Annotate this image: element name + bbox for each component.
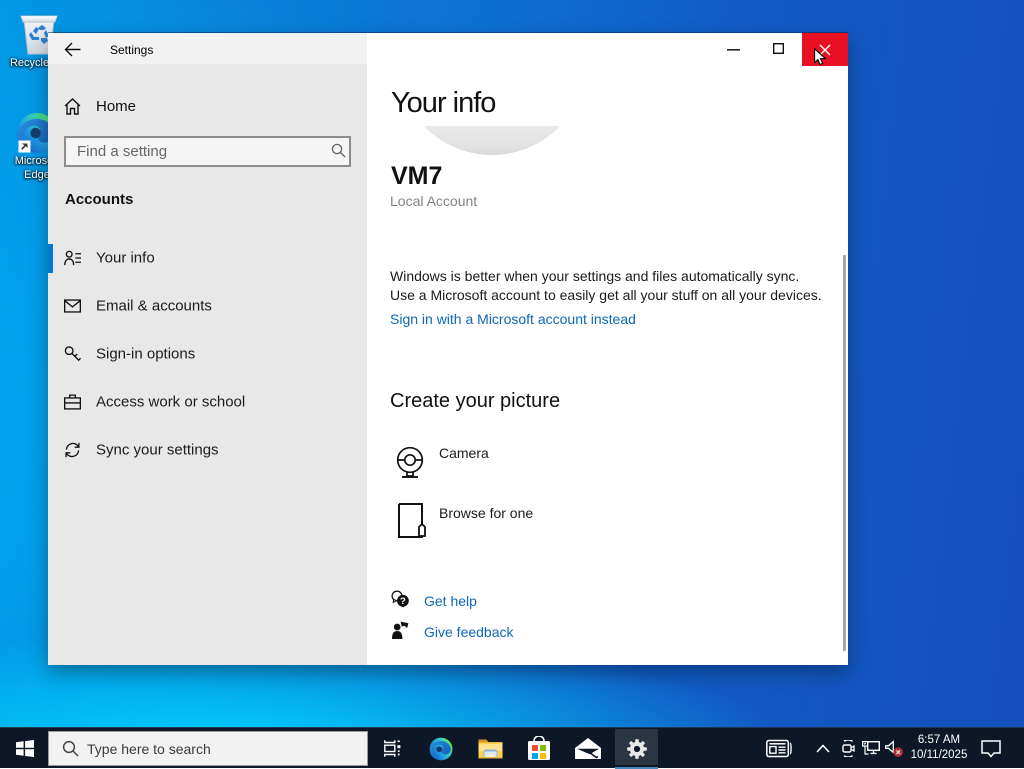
svg-text:?: ?	[400, 596, 406, 607]
